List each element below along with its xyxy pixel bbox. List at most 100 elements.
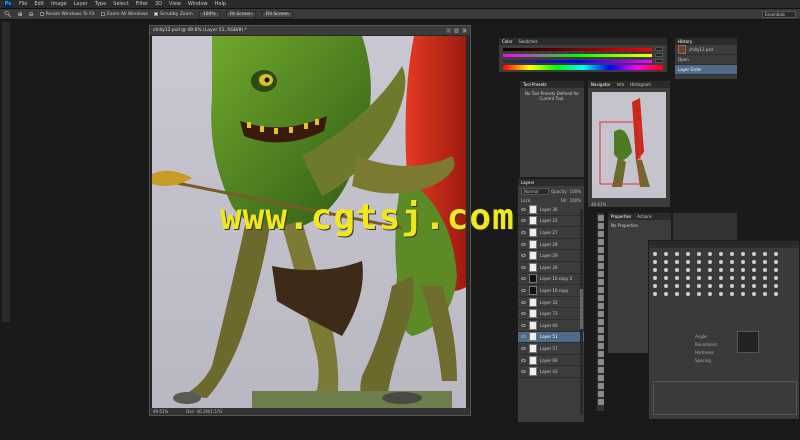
eye-icon[interactable] bbox=[521, 207, 526, 211]
tab-tool-presets[interactable]: Tool Presets bbox=[523, 82, 547, 87]
layer-row[interactable]: Layer 16 copy 2 bbox=[518, 274, 584, 286]
blue-slider[interactable] bbox=[503, 59, 663, 63]
tab-history[interactable]: History bbox=[678, 39, 692, 44]
eye-icon[interactable] bbox=[521, 254, 526, 258]
brush-tip[interactable] bbox=[763, 284, 767, 288]
brush-tip[interactable] bbox=[708, 284, 712, 288]
brush-tip[interactable] bbox=[752, 252, 756, 256]
brush-tip[interactable] bbox=[686, 284, 690, 288]
brush-tip[interactable] bbox=[708, 268, 712, 272]
brush-tip[interactable] bbox=[653, 292, 657, 296]
brush-tip[interactable] bbox=[741, 252, 745, 256]
menu-3d[interactable]: 3D bbox=[155, 1, 162, 7]
eye-icon[interactable] bbox=[521, 346, 526, 350]
fill-screen-button[interactable]: Fill Screen bbox=[261, 10, 293, 18]
tab-actions[interactable]: Actions bbox=[637, 214, 652, 219]
menu-window[interactable]: Window bbox=[188, 1, 208, 7]
tool-icon[interactable] bbox=[597, 295, 604, 301]
layer-row[interactable]: Layer 43 bbox=[518, 366, 584, 378]
brush-tip[interactable] bbox=[730, 260, 734, 264]
brush-tip[interactable] bbox=[708, 252, 712, 256]
eye-icon[interactable] bbox=[521, 358, 526, 362]
brush-tip[interactable] bbox=[763, 268, 767, 272]
brush-tip[interactable] bbox=[664, 268, 668, 272]
brush-tip[interactable] bbox=[686, 276, 690, 280]
tool-icon[interactable] bbox=[597, 327, 604, 333]
layer-row[interactable]: Layer 27 bbox=[518, 227, 584, 239]
brush-tip[interactable] bbox=[763, 276, 767, 280]
brush-tip[interactable] bbox=[752, 284, 756, 288]
brush-tip[interactable] bbox=[730, 292, 734, 296]
brush-tip[interactable] bbox=[697, 260, 701, 264]
brush-tip[interactable] bbox=[774, 260, 778, 264]
brush-tip[interactable] bbox=[730, 276, 734, 280]
eye-icon[interactable] bbox=[521, 277, 526, 281]
tool-icon[interactable] bbox=[597, 223, 604, 229]
tab-color[interactable]: Color bbox=[502, 39, 512, 44]
brush-tip[interactable] bbox=[730, 284, 734, 288]
tool-icon[interactable] bbox=[597, 351, 604, 357]
brush-tip[interactable] bbox=[675, 252, 679, 256]
tool-icon[interactable] bbox=[597, 375, 604, 381]
layer-row[interactable]: Layer 32 bbox=[518, 297, 584, 309]
tool-icon[interactable] bbox=[597, 231, 604, 237]
brush-tip[interactable] bbox=[719, 260, 723, 264]
scrubby-zoom-checkbox[interactable]: Scrubby Zoom bbox=[154, 12, 193, 17]
tool-icon[interactable] bbox=[597, 271, 604, 277]
eye-icon[interactable] bbox=[521, 230, 526, 234]
brush-tip[interactable] bbox=[664, 292, 668, 296]
tool-icon[interactable] bbox=[597, 383, 604, 389]
zoom-tool-icon[interactable]: 🔍︎ bbox=[4, 11, 12, 18]
zoom-out-icon[interactable]: ⊖ bbox=[29, 11, 34, 18]
layer-row[interactable]: Layer 29 bbox=[518, 250, 584, 262]
brush-tip[interactable] bbox=[774, 268, 778, 272]
zoom-all-checkbox[interactable]: Zoom All Windows bbox=[100, 12, 148, 17]
100-percent-button[interactable]: 100% bbox=[198, 10, 220, 18]
brush-tip[interactable] bbox=[686, 292, 690, 296]
tool-icon[interactable] bbox=[597, 391, 604, 397]
menu-edit[interactable]: Edit bbox=[34, 1, 44, 7]
tab-navigator[interactable]: Navigator bbox=[591, 82, 611, 87]
opacity-field[interactable]: 100% bbox=[570, 189, 581, 194]
navigator-preview[interactable] bbox=[592, 92, 666, 198]
brush-tip[interactable] bbox=[774, 252, 778, 256]
brush-tip[interactable] bbox=[697, 252, 701, 256]
brush-tip[interactable] bbox=[741, 260, 745, 264]
layers-scrollbar[interactable] bbox=[580, 209, 583, 414]
tab-histogram[interactable]: Histogram bbox=[630, 82, 651, 87]
brush-tip[interactable] bbox=[719, 276, 723, 280]
brush-tip[interactable] bbox=[752, 260, 756, 264]
brush-tip[interactable] bbox=[653, 252, 657, 256]
brush-tip-grid[interactable] bbox=[649, 248, 799, 300]
tool-icon[interactable] bbox=[597, 319, 604, 325]
zoom-level[interactable]: 49.61% bbox=[153, 409, 168, 414]
brush-tip[interactable] bbox=[741, 276, 745, 280]
layer-row[interactable]: Layer 28 bbox=[518, 239, 584, 251]
brush-tip[interactable] bbox=[664, 252, 668, 256]
tool-icon[interactable] bbox=[597, 303, 604, 309]
layer-row[interactable]: Layer 16 copy bbox=[518, 285, 584, 297]
brush-tip[interactable] bbox=[741, 284, 745, 288]
brush-tip[interactable] bbox=[774, 284, 778, 288]
fit-screen-button[interactable]: Fit Screen bbox=[225, 10, 256, 18]
brush-tip[interactable] bbox=[708, 292, 712, 296]
brush-tip[interactable] bbox=[686, 260, 690, 264]
minimize-icon[interactable]: – bbox=[446, 28, 451, 33]
menu-select[interactable]: Select bbox=[113, 1, 128, 7]
maximize-icon[interactable]: □ bbox=[454, 28, 459, 33]
green-slider[interactable] bbox=[503, 53, 663, 57]
eye-icon[interactable] bbox=[521, 288, 526, 292]
tool-icon[interactable] bbox=[597, 255, 604, 261]
eye-icon[interactable] bbox=[521, 335, 526, 339]
brush-tip[interactable] bbox=[719, 292, 723, 296]
eye-icon[interactable] bbox=[521, 242, 526, 246]
brush-tip[interactable] bbox=[653, 284, 657, 288]
tool-icon[interactable] bbox=[597, 263, 604, 269]
history-item[interactable]: Open bbox=[675, 55, 737, 65]
eye-icon[interactable] bbox=[521, 265, 526, 269]
tool-icon[interactable] bbox=[597, 287, 604, 293]
tool-icon[interactable] bbox=[597, 367, 604, 373]
menu-filter[interactable]: Filter bbox=[136, 1, 148, 7]
brush-tip[interactable] bbox=[752, 292, 756, 296]
brush-tip[interactable] bbox=[686, 268, 690, 272]
